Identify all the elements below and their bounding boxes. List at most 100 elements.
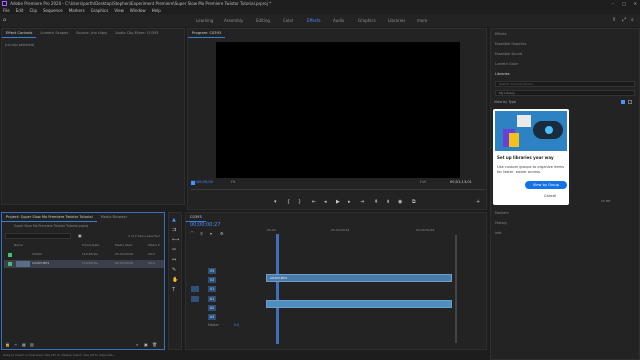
icon-view-icon[interactable]: ▦ [22, 342, 26, 348]
workspace-more[interactable]: more [417, 14, 427, 27]
program-video-frame[interactable] [216, 42, 460, 178]
column-frame-rate[interactable]: Frame Rate [82, 243, 99, 247]
go-to-in-icon[interactable]: ⇤ [312, 199, 316, 205]
workspace-editing[interactable]: Editing [256, 14, 270, 27]
column-media-start[interactable]: Media Start [115, 243, 132, 247]
play-icon[interactable]: ▶ [336, 199, 340, 205]
full-select[interactable]: Full [420, 180, 426, 184]
library-search-field[interactable]: Search Current Library [495, 81, 635, 87]
button-editor-icon[interactable]: + [476, 199, 480, 205]
workspace-audio[interactable]: Audio [333, 14, 344, 27]
tab-media-browser[interactable]: Media Browser [97, 213, 132, 221]
new-item-icon[interactable]: ▣ [144, 342, 148, 348]
menu-help[interactable]: Help [152, 7, 161, 14]
column-name[interactable]: Name [14, 243, 23, 247]
panel-essential-graphics[interactable]: Essential Graphics [495, 42, 526, 46]
panel-markers[interactable]: Markers [495, 211, 509, 215]
panel-lumetri-color[interactable]: Lumetri Color [495, 62, 518, 66]
workspace-color[interactable]: Color [283, 14, 293, 27]
add-marker-icon[interactable]: ▾ [274, 199, 277, 205]
fit-select[interactable]: Fit [231, 180, 235, 184]
slip-tool-icon[interactable]: ↔ [172, 257, 176, 263]
mark-out-icon[interactable]: } [298, 199, 301, 205]
tab-audio-clip-mixer[interactable]: Audio Clip Mixer: C0393 [111, 29, 162, 37]
go-to-out-icon[interactable]: ⇥ [360, 199, 364, 205]
lift-icon[interactable]: ⇞ [374, 199, 378, 205]
track-label-v3[interactable]: V3 [208, 268, 216, 274]
step-forward-icon[interactable]: ▸ [348, 199, 351, 205]
menu-sequence[interactable]: Sequence [43, 7, 63, 14]
new-bin-icon[interactable]: ▣ [78, 233, 82, 239]
track-select-tool-icon[interactable]: ⇉ [172, 227, 176, 233]
tab-program[interactable]: Program: C0393 [188, 29, 226, 38]
workspace-learning[interactable]: Learning [196, 14, 213, 27]
snap-icon[interactable]: ⌒ [190, 231, 194, 237]
view-by-type-select[interactable]: View by Type [494, 100, 516, 104]
program-timeline-bar[interactable] [191, 189, 485, 190]
menu-graphics[interactable]: Graphics [91, 7, 109, 14]
add-marker-icon[interactable]: ▾ [210, 231, 212, 237]
grid-view-icon[interactable] [621, 100, 625, 104]
close-icon[interactable]: ✕ [634, 0, 637, 7]
step-back-icon[interactable]: ◂ [324, 199, 327, 205]
menu-markers[interactable]: Markers [69, 7, 85, 14]
table-row[interactable]: C0393.MP4 119.88 fps 00;00;00;00 00;0 [4, 260, 164, 268]
home-icon[interactable]: ⌂ [3, 17, 6, 23]
panel-info[interactable]: Info [495, 231, 501, 235]
column-media-end[interactable]: Media E [148, 243, 160, 247]
linked-selection-icon[interactable]: ⚲ [200, 231, 203, 237]
video-clip[interactable]: C0393.MP4 [266, 274, 452, 282]
track-label-v2[interactable]: V2 [208, 277, 216, 283]
tab-effect-controls[interactable]: Effect Controls [2, 29, 37, 38]
mark-in-icon[interactable]: { [287, 199, 290, 205]
panel-history[interactable]: History [495, 221, 507, 225]
menu-view[interactable]: View [114, 7, 124, 14]
audio-clip[interactable] [266, 300, 452, 308]
tab-lumetri-scopes[interactable]: Lumetri Scopes [36, 29, 72, 37]
track-label-a2[interactable]: A2 [208, 305, 216, 311]
expand-icon[interactable]: ⤢ [622, 17, 626, 23]
panel-libraries[interactable]: Libraries [495, 72, 510, 76]
program-timecode-left[interactable]: 00;00;00;00 [191, 180, 213, 184]
project-search-input[interactable] [5, 233, 71, 239]
list-view-icon[interactable] [628, 100, 632, 104]
type-tool-icon[interactable]: T [172, 287, 175, 293]
search-icon[interactable]: ⌕ [631, 17, 634, 23]
freeform-view-icon[interactable]: ▧ [30, 342, 34, 348]
maximize-icon[interactable]: □ [622, 0, 626, 7]
workspace-effects[interactable]: Effects [307, 14, 321, 27]
menu-edit[interactable]: Edit [16, 7, 24, 14]
menu-clip[interactable]: Clip [29, 7, 37, 14]
timeline-timecode[interactable]: 00;00;00;27 [190, 222, 221, 228]
find-icon[interactable]: ⌕ [136, 342, 138, 348]
selection-tool-icon[interactable]: ▲ [172, 217, 176, 223]
ripple-edit-tool-icon[interactable]: ⟷ [172, 237, 179, 243]
workspace-libraries[interactable]: Libraries [388, 14, 405, 27]
tab-sequence[interactable]: C0393 [186, 213, 206, 222]
panel-effects[interactable]: Effects [495, 32, 507, 36]
track-label-a1[interactable]: A1 [208, 296, 216, 302]
menu-window[interactable]: Window [130, 7, 146, 14]
track-label-a3[interactable]: A3 [208, 314, 216, 320]
share-icon[interactable]: ⇪ [612, 17, 616, 23]
minimize-icon[interactable]: – [612, 0, 614, 7]
clear-icon[interactable]: 🗑 [152, 342, 157, 348]
export-frame-icon[interactable]: ◉ [398, 199, 402, 205]
extract-icon[interactable]: ⇟ [386, 199, 390, 205]
list-view-icon[interactable]: ≡ [14, 342, 17, 348]
track-label-v1[interactable]: V1 [208, 286, 216, 292]
settings-wrench-icon[interactable]: ⚙ [220, 231, 224, 237]
tab-source[interactable]: Source: (no clips) [72, 29, 111, 37]
cancel-button[interactable]: Cancel [544, 194, 556, 198]
workspace-graphics[interactable]: Graphics [358, 14, 376, 27]
hand-tool-icon[interactable]: ✋ [172, 277, 178, 283]
master-volume[interactable]: 0.0 [234, 321, 239, 329]
compare-icon[interactable]: ⧉ [412, 199, 416, 205]
source-patch-a1[interactable] [191, 296, 199, 302]
library-select[interactable]: My Library [495, 90, 635, 96]
panel-essential-sound[interactable]: Essential Sound [495, 52, 522, 56]
lock-icon[interactable]: 🔒 [5, 342, 10, 348]
menu-file[interactable]: File [3, 7, 10, 14]
workspace-assembly[interactable]: Assembly [224, 14, 243, 27]
table-row[interactable]: C0393 119.88 fps 00;00;00;00 00;0 [4, 251, 164, 259]
